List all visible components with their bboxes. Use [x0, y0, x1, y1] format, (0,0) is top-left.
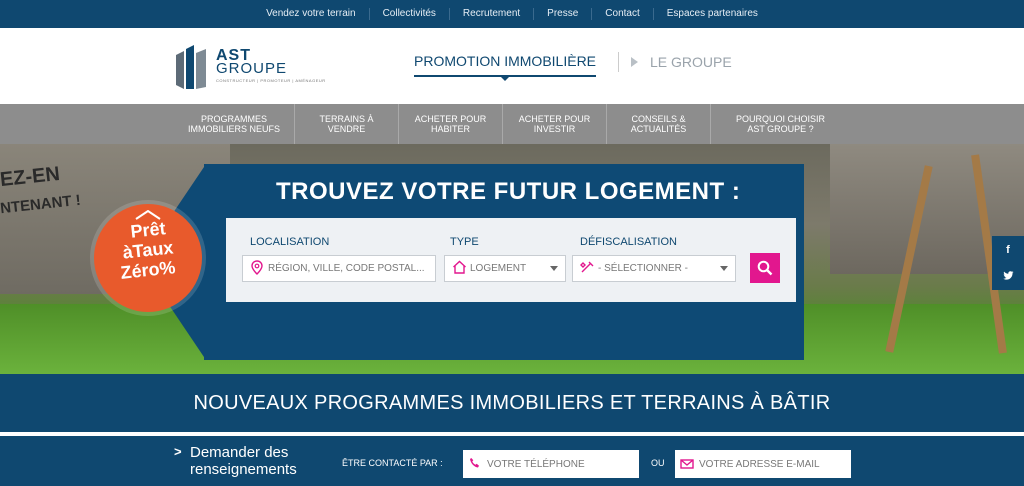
subnav-terrains[interactable]: TERRAINS À VENDRE: [294, 104, 398, 144]
search-icon: [757, 260, 773, 276]
pret-taux-zero-badge[interactable]: Prêt àTaux Zéro%: [94, 204, 202, 312]
localisation-input[interactable]: RÉGION, VILLE, CODE POSTAL...: [242, 255, 436, 282]
nav-divider: [618, 52, 620, 72]
subnav-acheter-investir[interactable]: ACHETER POUR INVESTIR: [502, 104, 606, 144]
localisation-placeholder: RÉGION, VILLE, CODE POSTAL...: [268, 263, 425, 274]
secondary-nav: PROGRAMMES IMMOBILIERS NEUFS TERRAINS À …: [0, 104, 1024, 144]
subnav-line: POURQUOI CHOISIR: [735, 114, 825, 124]
localisation-label: LOCALISATION: [250, 236, 330, 248]
subnav-line: ACHETER POUR: [518, 114, 591, 124]
nav-promotion-label: PROMOTION IMMOBILIÈRE: [414, 53, 597, 69]
chevron-right-icon: >: [174, 444, 182, 459]
type-select[interactable]: LOGEMENT: [444, 255, 566, 282]
or-label: OU: [651, 458, 665, 468]
topbar-link-recrutement[interactable]: Recrutement: [448, 8, 533, 20]
phone-placeholder: VOTRE TÉLÉPHONE: [487, 458, 585, 470]
topbar-link-vendez-terrain[interactable]: Vendez votre terrain: [253, 8, 369, 20]
subnav-line: INVESTIR: [533, 124, 576, 134]
contact-by-label: ÊTRE CONTACTÉ PAR :: [342, 458, 443, 468]
phone-icon: [463, 456, 487, 472]
twitter-icon[interactable]: [1002, 270, 1014, 283]
main-nav: PROMOTION IMMOBILIÈRE LE GROUPE: [414, 52, 732, 81]
subnav-line: ACHETER POUR: [414, 114, 487, 124]
type-value: LOGEMENT: [470, 263, 527, 274]
ask-line-1: Demander des: [190, 444, 289, 461]
renseignements-heading: Demander des renseignements: [190, 444, 297, 478]
subnav-line: AST GROUPE ?: [747, 124, 814, 134]
logo-line-2: GROUPE: [216, 60, 288, 77]
logo-mark-icon: [176, 45, 206, 89]
subnav-programmes[interactable]: PROGRAMMES IMMOBILIERS NEUFS: [174, 104, 294, 144]
subnav-line: CONSEILS &: [631, 114, 686, 124]
banner-title: NOUVEAUX PROGRAMMES IMMOBILIERS ET TERRA…: [193, 391, 831, 414]
nav-le-groupe-label: LE GROUPE: [650, 54, 732, 70]
type-label: TYPE: [450, 236, 479, 248]
defiscalisation-label: DÉFISCALISATION: [580, 236, 677, 248]
topbar-link-contact[interactable]: Contact: [591, 8, 652, 20]
subnav-pourquoi[interactable]: POURQUOI CHOISIR AST GROUPE ?: [710, 104, 850, 144]
subnav-line: IMMOBILIERS NEUFS: [187, 124, 280, 134]
social-share-bar: f: [992, 236, 1024, 290]
chevron-down-icon: [720, 266, 728, 271]
ask-line-2: renseignements: [190, 461, 297, 478]
top-utility-bar: Vendez votre terrain Collectivités Recru…: [0, 0, 1024, 28]
email-input[interactable]: VOTRE ADRESSE E-MAIL: [675, 450, 851, 478]
active-caret-icon: [501, 77, 509, 81]
defiscalisation-select[interactable]: - SÉLECTIONNER -: [572, 255, 736, 282]
topbar-link-presse[interactable]: Presse: [533, 8, 591, 20]
site-header: AST GROUPE CONSTRUCTEUR | PROMOTEUR | AM…: [0, 28, 1024, 104]
search-button[interactable]: [750, 253, 780, 283]
map-pin-icon: [246, 259, 268, 278]
ast-groupe-logo[interactable]: AST GROUPE CONSTRUCTEUR | PROMOTEUR | AM…: [176, 41, 325, 91]
chevron-down-icon: [550, 266, 558, 271]
phone-input[interactable]: VOTRE TÉLÉPHONE: [463, 450, 639, 478]
facebook-icon[interactable]: f: [1006, 244, 1010, 256]
programmes-banner: NOUVEAUX PROGRAMMES IMMOBILIERS ET TERRA…: [0, 374, 1024, 432]
subnav-line: PROGRAMMES: [200, 114, 267, 124]
house-icon: [448, 260, 470, 277]
play-arrow-icon: [631, 57, 639, 67]
subnav-acheter-habiter[interactable]: ACHETER POUR HABITER: [398, 104, 502, 144]
subnav-conseils[interactable]: CONSEILS & ACTUALITÉS: [606, 104, 710, 144]
hero-banner: EZ-EN NTENANT ! TROUVEZ VOTRE FUTUR LOGE…: [0, 144, 1024, 374]
tools-icon: [576, 260, 598, 277]
email-placeholder: VOTRE ADRESSE E-MAIL: [699, 458, 820, 470]
subnav-line: VENDRE: [327, 124, 366, 134]
subnav-line: HABITER: [430, 124, 470, 134]
search-title: TROUVEZ VOTRE FUTUR LOGEMENT :: [276, 178, 741, 205]
topbar-link-collectivites[interactable]: Collectivités: [368, 8, 449, 20]
defiscalisation-value: - SÉLECTIONNER -: [598, 263, 689, 274]
nav-promotion-immobiliere[interactable]: PROMOTION IMMOBILIÈRE: [414, 53, 597, 81]
search-panel: TROUVEZ VOTRE FUTUR LOGEMENT : LOCALISAT…: [204, 164, 804, 360]
contact-bar: > Demander des renseignements ÊTRE CONTA…: [0, 436, 1024, 486]
subnav-line: ACTUALITÉS: [630, 124, 687, 134]
nav-le-groupe[interactable]: LE GROUPE: [631, 54, 732, 76]
subnav-line: TERRAINS À: [319, 114, 374, 124]
topbar-link-espaces-partenaires[interactable]: Espaces partenaires: [652, 8, 771, 20]
envelope-icon: [675, 456, 699, 472]
search-form: LOCALISATION RÉGION, VILLE, CODE POSTAL.…: [226, 218, 796, 302]
logo-tagline: CONSTRUCTEUR | PROMOTEUR | AMÉNAGEUR: [216, 78, 326, 83]
